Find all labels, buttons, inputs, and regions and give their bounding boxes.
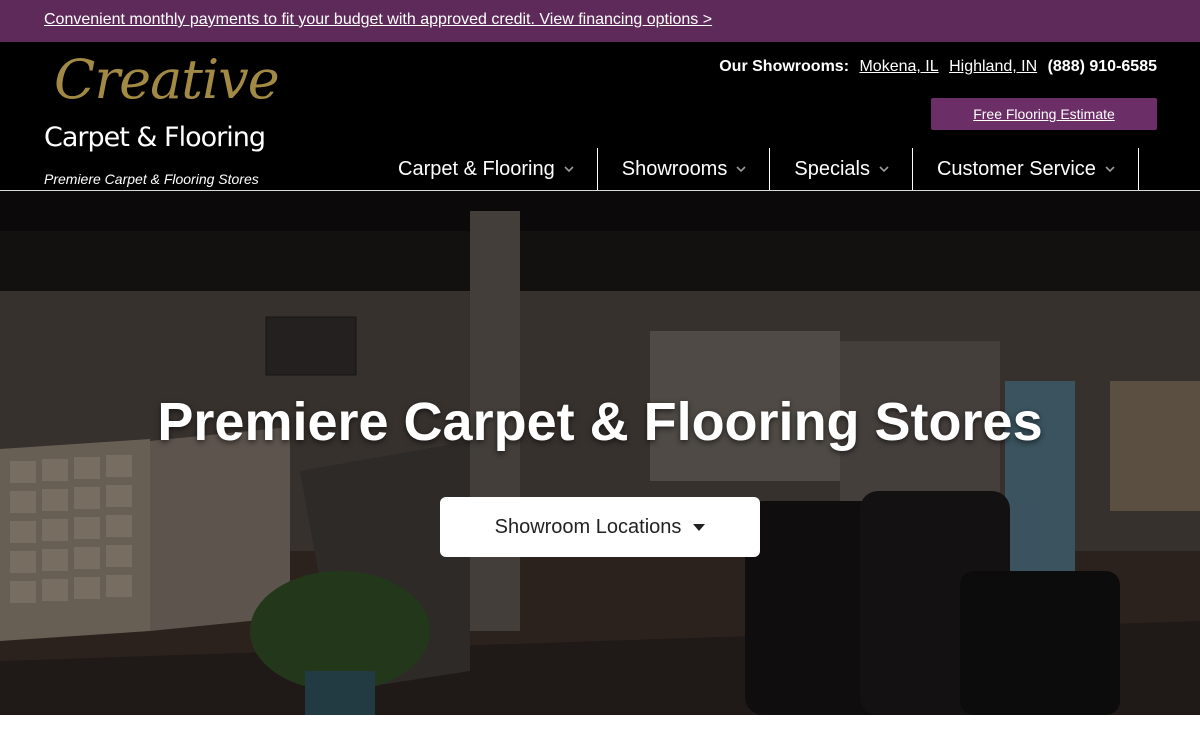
chevron-down-icon (1105, 166, 1115, 173)
nav-item-label: Specials (794, 157, 870, 180)
showroom-link-mokena[interactable]: Mokena, IL (859, 58, 938, 75)
caret-down-icon (693, 523, 706, 531)
logo[interactable]: Creative Carpet & Flooring Premiere Carp… (44, 48, 284, 187)
showroom-locations-button[interactable]: Showroom Locations (440, 497, 760, 557)
financing-link[interactable]: Convenient monthly payments to fit your … (44, 11, 712, 29)
logo-tagline: Premiere Carpet & Flooring Stores (44, 171, 259, 187)
logo-script: Creative (54, 48, 280, 111)
chevron-down-icon (564, 166, 574, 173)
main-nav: Carpet & Flooring Showrooms Specials Cus… (384, 148, 1139, 190)
nav-item-carpet-flooring[interactable]: Carpet & Flooring (384, 148, 598, 190)
hero-section: Premiere Carpet & Flooring Stores Showro… (0, 191, 1200, 715)
nav-item-showrooms[interactable]: Showrooms (598, 148, 771, 190)
phone-number[interactable]: (888) 910-6585 (1048, 58, 1157, 75)
nav-item-label: Showrooms (621, 157, 728, 180)
showroom-locations-label: Showroom Locations (494, 515, 682, 538)
free-estimate-button[interactable]: Free Flooring Estimate (931, 98, 1157, 130)
nav-item-specials[interactable]: Specials (770, 148, 913, 190)
showroom-link-highland[interactable]: Highland, IN (949, 58, 1037, 75)
chevron-down-icon (736, 166, 746, 173)
showrooms-label: Our Showrooms: (719, 58, 850, 75)
site-header: Creative Carpet & Flooring Premiere Carp… (0, 42, 1200, 191)
logo-wordmark: Carpet & Flooring (44, 122, 266, 153)
showroom-photo (0, 191, 1200, 715)
nav-item-label: Customer Service (936, 157, 1096, 180)
promo-bar: Convenient monthly payments to fit your … (0, 0, 1200, 42)
nav-item-label: Carpet & Flooring (398, 157, 555, 180)
hero-title: Premiere Carpet & Flooring Stores (157, 392, 1043, 452)
chevron-down-icon (879, 166, 889, 173)
nav-item-customer-service[interactable]: Customer Service (913, 148, 1139, 190)
showrooms-info: Our Showrooms: Mokena, IL Highland, IN (… (719, 58, 1157, 76)
